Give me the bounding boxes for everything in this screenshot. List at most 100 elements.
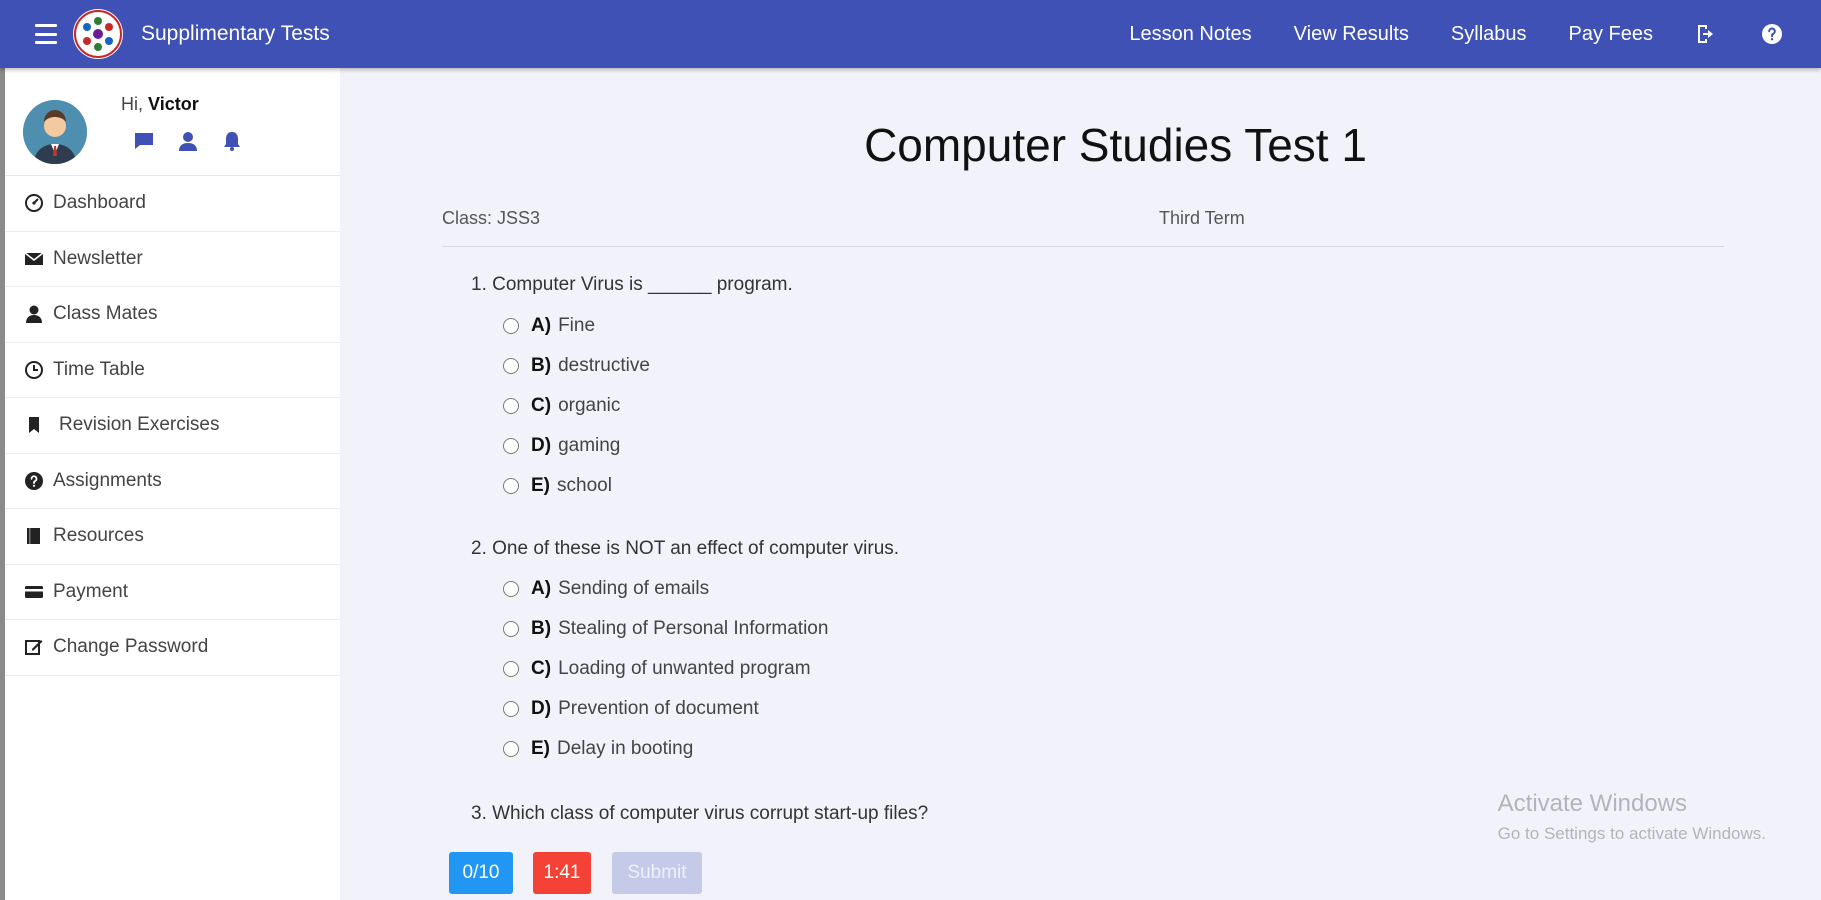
question-1: 1. Computer Virus is ______ program. bbox=[471, 274, 793, 295]
question-2-option-c[interactable]: C) Loading of unwanted program bbox=[503, 658, 811, 680]
watermark-subtitle: Go to Settings to activate Windows. bbox=[1497, 824, 1766, 843]
sidebar-item-label: Newsletter bbox=[53, 247, 143, 269]
sidebar-item-label: Resources bbox=[53, 525, 144, 547]
option-letter: C) bbox=[531, 395, 552, 416]
divider bbox=[442, 246, 1724, 247]
school-logo bbox=[73, 9, 123, 59]
radio-button[interactable] bbox=[503, 478, 519, 494]
nav-view-results[interactable]: View Results bbox=[1294, 23, 1409, 46]
sidebar-item-label: Change Password bbox=[53, 636, 209, 658]
question-2-option-d[interactable]: D) Prevention of document bbox=[503, 698, 759, 720]
question-1-option-d[interactable]: D) gaming bbox=[503, 435, 620, 457]
nav-syllabus[interactable]: Syllabus bbox=[1451, 23, 1527, 46]
watermark-title: Activate Windows bbox=[1497, 790, 1688, 817]
option-text: destructive bbox=[558, 355, 650, 376]
option-text: organic bbox=[558, 395, 621, 416]
page-title: Computer Studies Test 1 bbox=[864, 119, 1367, 171]
term-label: Third Term bbox=[1159, 208, 1245, 228]
sidebar-item-time-table[interactable]: Time Table bbox=[5, 343, 340, 398]
question-1-option-b[interactable]: B) destructive bbox=[503, 355, 650, 377]
option-text: Delay in booting bbox=[557, 738, 694, 759]
sidebar-item-label: Dashboard bbox=[53, 192, 146, 214]
person-icon bbox=[23, 303, 45, 325]
submit-button[interactable]: Submit bbox=[612, 852, 702, 894]
sidebar-item-label: Class Mates bbox=[53, 303, 158, 325]
sidebar-item-payment[interactable]: Payment bbox=[5, 565, 340, 620]
option-text: Sending of emails bbox=[558, 578, 710, 599]
greeting: Hi, Victor bbox=[121, 94, 199, 115]
sidebar-item-change-password[interactable]: Change Password bbox=[5, 620, 340, 676]
sidebar-item-label: Assignments bbox=[53, 469, 162, 491]
avatar bbox=[23, 100, 87, 164]
sidebar-item-resources[interactable]: Resources bbox=[5, 509, 340, 565]
question-1-option-a[interactable]: A) Fine bbox=[503, 315, 595, 337]
test-panel: Computer Studies Test 1 Class: JSS3 Thir… bbox=[340, 68, 1821, 900]
sidebar-item-revision-exercises[interactable]: Revision Exercises bbox=[5, 398, 340, 454]
sidebar-item-assignments[interactable]: Assignments bbox=[5, 454, 340, 509]
option-text: Loading of unwanted program bbox=[558, 658, 811, 679]
question-2: 2. One of these is NOT an effect of comp… bbox=[471, 538, 900, 559]
bell-icon[interactable] bbox=[221, 130, 243, 152]
option-letter: B) bbox=[531, 355, 552, 376]
card-icon bbox=[23, 581, 45, 603]
sidebar-item-label: Time Table bbox=[53, 358, 145, 380]
nav-lesson-notes[interactable]: Lesson Notes bbox=[1129, 23, 1251, 46]
radio-button[interactable] bbox=[503, 581, 519, 597]
greeting-prefix: Hi, bbox=[121, 94, 143, 114]
option-text: gaming bbox=[558, 435, 621, 456]
option-letter: C) bbox=[531, 658, 552, 679]
radio-button[interactable] bbox=[503, 661, 519, 677]
radio-button[interactable] bbox=[503, 358, 519, 374]
profile-actions bbox=[133, 130, 243, 152]
app-title: Supplimentary Tests bbox=[141, 22, 330, 45]
profile-card: Hi, Victor bbox=[5, 68, 340, 176]
sidebar-item-newsletter[interactable]: Newsletter bbox=[5, 232, 340, 287]
sidebar-item-class-mates[interactable]: Class Mates bbox=[5, 287, 340, 343]
question-icon bbox=[23, 470, 45, 492]
nav-pay-fees[interactable]: Pay Fees bbox=[1569, 23, 1653, 46]
option-text: Stealing of Personal Information bbox=[558, 618, 829, 639]
question-3: 3. Which class of computer virus corrupt… bbox=[471, 803, 929, 824]
bookmark-icon bbox=[23, 414, 45, 436]
menu-icon[interactable] bbox=[35, 24, 57, 44]
radio-button[interactable] bbox=[503, 621, 519, 637]
radio-button[interactable] bbox=[503, 741, 519, 757]
dashboard-icon bbox=[23, 192, 45, 214]
option-letter: E) bbox=[531, 738, 550, 759]
help-icon[interactable] bbox=[1759, 21, 1785, 47]
question-1-option-e[interactable]: E) school bbox=[503, 475, 612, 497]
logout-icon[interactable] bbox=[1693, 21, 1719, 47]
question-2-option-e[interactable]: E) Delay in booting bbox=[503, 738, 693, 760]
score-badge: 0/10 bbox=[449, 852, 513, 894]
option-text: Fine bbox=[558, 315, 596, 336]
sidebar-item-label: Revision Exercises bbox=[59, 414, 220, 436]
option-letter: B) bbox=[531, 618, 552, 639]
activation-watermark: Activate Windows Go to Settings to activ… bbox=[1498, 790, 1766, 844]
sidebar: Hi, Victor Dashboard Newsletter Class Ma… bbox=[0, 68, 340, 900]
envelope-icon bbox=[23, 248, 45, 270]
option-letter: A) bbox=[531, 578, 552, 599]
radio-button[interactable] bbox=[503, 318, 519, 334]
timer-badge: 1:41 bbox=[533, 852, 591, 894]
sidebar-item-label: Payment bbox=[53, 580, 128, 602]
option-text: Prevention of document bbox=[558, 698, 759, 719]
question-2-option-b[interactable]: B) Stealing of Personal Information bbox=[503, 618, 828, 640]
clock-icon bbox=[23, 359, 45, 381]
question-2-option-a[interactable]: A) Sending of emails bbox=[503, 578, 709, 600]
option-letter: D) bbox=[531, 435, 552, 456]
radio-button[interactable] bbox=[503, 438, 519, 454]
sidebar-item-dashboard[interactable]: Dashboard bbox=[5, 176, 340, 232]
user-name: Victor bbox=[148, 94, 199, 114]
message-icon[interactable] bbox=[133, 130, 155, 152]
radio-button[interactable] bbox=[503, 701, 519, 717]
edit-icon bbox=[23, 636, 45, 658]
top-app-bar: Supplimentary Tests Lesson Notes View Re… bbox=[0, 0, 1821, 68]
option-text: school bbox=[557, 475, 612, 496]
option-letter: E) bbox=[531, 475, 550, 496]
person-icon[interactable] bbox=[177, 130, 199, 152]
option-letter: D) bbox=[531, 698, 552, 719]
radio-button[interactable] bbox=[503, 398, 519, 414]
class-label: Class: JSS3 bbox=[442, 208, 541, 228]
question-1-option-c[interactable]: C) organic bbox=[503, 395, 620, 417]
option-letter: A) bbox=[531, 315, 552, 336]
